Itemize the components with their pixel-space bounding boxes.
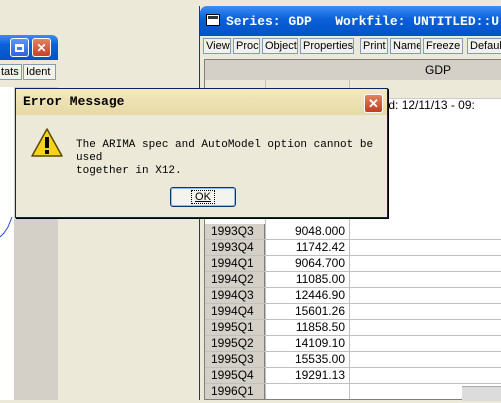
gdp-value[interactable]: 11858.50 xyxy=(265,320,349,335)
maximize-icon xyxy=(15,43,24,52)
left-window-toolbar: tats Ident xyxy=(0,64,58,82)
warning-icon xyxy=(30,127,64,162)
name-button[interactable]: Name xyxy=(390,38,421,54)
table-row[interactable]: 1994Q3 12446.90 xyxy=(205,288,501,304)
column-header: GDP xyxy=(205,60,501,81)
gdp-value[interactable]: 9064.700 xyxy=(265,256,349,271)
dialog-title: Error Message xyxy=(23,94,125,109)
gdp-value[interactable] xyxy=(265,384,349,399)
close-icon: ✕ xyxy=(36,40,47,55)
horizontal-scrollbar[interactable] xyxy=(462,386,501,401)
proc-button[interactable]: Proc xyxy=(233,38,260,54)
column-header-label: GDP xyxy=(425,63,452,77)
gdp-value[interactable]: 15535.00 xyxy=(265,352,349,367)
error-dialog: Error Message ✕ The ARIMA spec and AutoM… xyxy=(15,88,388,218)
ok-button[interactable]: OK xyxy=(170,187,236,207)
gdp-value[interactable]: 14109.10 xyxy=(265,336,349,351)
ok-button-label: OK xyxy=(191,190,215,204)
gdp-value[interactable]: 11085.00 xyxy=(265,272,349,287)
table-row[interactable]: 1995Q2 14109.10 xyxy=(205,336,501,352)
default-dropdown[interactable]: Defaul xyxy=(467,38,501,54)
graph-line xyxy=(0,216,13,238)
obs-label: 1995Q2 xyxy=(205,336,265,351)
table-row[interactable]: 1994Q1 9064.700 xyxy=(205,256,501,272)
freeze-button[interactable]: Freeze xyxy=(423,38,463,54)
object-button[interactable]: Object xyxy=(262,38,298,54)
view-button[interactable]: View xyxy=(203,38,231,54)
obs-label: 1995Q3 xyxy=(205,352,265,367)
table-row[interactable]: 1993Q3 9048.000 xyxy=(205,224,501,240)
gdp-value[interactable]: 9048.000 xyxy=(265,224,349,239)
obs-label: 1995Q4 xyxy=(205,368,265,383)
dialog-titlebar[interactable]: Error Message ✕ xyxy=(16,89,387,115)
obs-label: 1995Q1 xyxy=(205,320,265,335)
obs-label: 1994Q2 xyxy=(205,272,265,287)
table-row[interactable]: 1996Q1 xyxy=(205,384,501,399)
gdp-value[interactable]: 19291.13 xyxy=(265,368,349,383)
obs-label: 1996Q1 xyxy=(205,384,265,399)
close-button[interactable]: ✕ xyxy=(32,38,51,57)
stats-button[interactable]: tats xyxy=(0,64,22,80)
close-icon: ✕ xyxy=(368,95,379,111)
window-icon xyxy=(206,14,220,26)
gdp-value[interactable]: 15601.26 xyxy=(265,304,349,319)
ident-button[interactable]: Ident xyxy=(23,64,56,80)
gdp-value[interactable]: 12446.90 xyxy=(265,288,349,303)
obs-label: 1993Q4 xyxy=(205,240,265,255)
table-row[interactable]: 1995Q1 11858.50 xyxy=(205,320,501,336)
table-row[interactable]: 1995Q4 19291.13 xyxy=(205,368,501,384)
left-window-titlebar: ✕ xyxy=(0,35,58,60)
table-row[interactable]: 1994Q2 11085.00 xyxy=(205,272,501,288)
table-row[interactable]: 1995Q3 15535.00 xyxy=(205,352,501,368)
dialog-close-button[interactable]: ✕ xyxy=(364,94,383,113)
properties-button[interactable]: Properties xyxy=(300,38,354,54)
series-window-titlebar[interactable]: Series: GDP Workfile: UNTITLED::U xyxy=(200,6,501,36)
series-window-title: Series: GDP Workfile: UNTITLED::U xyxy=(226,14,500,29)
table-row[interactable]: 1994Q4 15601.26 xyxy=(205,304,501,320)
obs-label: 1994Q3 xyxy=(205,288,265,303)
maximize-button[interactable] xyxy=(10,38,29,57)
obs-label: 1993Q3 xyxy=(205,224,265,239)
table-row[interactable]: 1993Q4 11742.42 xyxy=(205,240,501,256)
obs-label: 1994Q4 xyxy=(205,304,265,319)
series-toolbar: View Proc Object Properties Print Name F… xyxy=(200,38,501,56)
error-message: The ARIMA spec and AutoModel option cann… xyxy=(76,139,374,177)
print-button[interactable]: Print xyxy=(360,38,388,54)
graph-area xyxy=(0,87,15,400)
gdp-value[interactable]: 11742.42 xyxy=(265,240,349,255)
obs-label: 1994Q1 xyxy=(205,256,265,271)
